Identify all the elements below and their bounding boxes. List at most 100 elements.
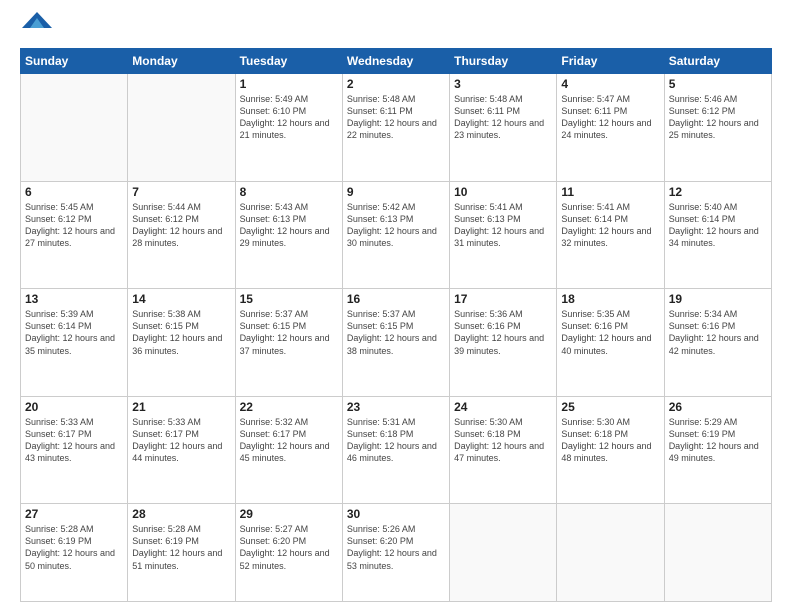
calendar-week-4: 20 Sunrise: 5:33 AMSunset: 6:17 PMDayligh… [21, 396, 772, 504]
day-number: 15 [240, 292, 338, 306]
day-info: Sunrise: 5:28 AMSunset: 6:19 PMDaylight:… [132, 523, 230, 572]
calendar-table: SundayMondayTuesdayWednesdayThursdayFrid… [20, 48, 772, 602]
calendar-cell [128, 74, 235, 182]
day-number: 27 [25, 507, 123, 521]
calendar-cell: 4Sunrise: 5:47 AMSunset: 6:11 PMDaylight… [557, 74, 664, 182]
weekday-header-monday: Monday [128, 49, 235, 74]
calendar-cell: 28 Sunrise: 5:28 AMSunset: 6:19 PMDayligh… [128, 504, 235, 602]
calendar-cell: 30 Sunrise: 5:26 AMSunset: 6:20 PMDayligh… [342, 504, 449, 602]
weekday-header-thursday: Thursday [450, 49, 557, 74]
day-number: 10 [454, 185, 552, 199]
day-info: Sunrise: 5:38 AMSunset: 6:15 PMDaylight:… [132, 308, 230, 357]
weekday-header-saturday: Saturday [664, 49, 771, 74]
day-info: Sunrise: 5:40 AMSunset: 6:14 PMDaylight:… [669, 201, 767, 250]
calendar-cell [21, 74, 128, 182]
day-number: 20 [25, 400, 123, 414]
day-info: Sunrise: 5:45 AMSunset: 6:12 PMDaylight:… [25, 201, 123, 250]
day-number: 4 [561, 77, 659, 91]
day-info: Sunrise: 5:39 AMSunset: 6:14 PMDaylight:… [25, 308, 123, 357]
calendar-cell: 25 Sunrise: 5:30 AMSunset: 6:18 PMDayligh… [557, 396, 664, 504]
day-info: Sunrise: 5:44 AMSunset: 6:12 PMDaylight:… [132, 201, 230, 250]
calendar-cell: 1 Sunrise: 5:49 AMSunset: 6:10 PMDaylight… [235, 74, 342, 182]
day-info: Sunrise: 5:46 AMSunset: 6:12 PMDaylight:… [669, 93, 767, 142]
day-info: Sunrise: 5:48 AMSunset: 6:11 PMDaylight:… [454, 93, 552, 142]
weekday-header-friday: Friday [557, 49, 664, 74]
day-number: 22 [240, 400, 338, 414]
calendar-week-3: 13 Sunrise: 5:39 AMSunset: 6:14 PMDayligh… [21, 289, 772, 397]
calendar-cell: 27 Sunrise: 5:28 AMSunset: 6:19 PMDayligh… [21, 504, 128, 602]
day-info: Sunrise: 5:31 AMSunset: 6:18 PMDaylight:… [347, 416, 445, 465]
day-info: Sunrise: 5:42 AMSunset: 6:13 PMDaylight:… [347, 201, 445, 250]
day-info: Sunrise: 5:34 AMSunset: 6:16 PMDaylight:… [669, 308, 767, 357]
calendar-cell: 24 Sunrise: 5:30 AMSunset: 6:18 PMDayligh… [450, 396, 557, 504]
day-info: Sunrise: 5:37 AMSunset: 6:15 PMDaylight:… [347, 308, 445, 357]
day-number: 18 [561, 292, 659, 306]
calendar-cell: 23 Sunrise: 5:31 AMSunset: 6:18 PMDayligh… [342, 396, 449, 504]
day-number: 9 [347, 185, 445, 199]
day-number: 19 [669, 292, 767, 306]
day-info: Sunrise: 5:49 AMSunset: 6:10 PMDaylight:… [240, 93, 338, 142]
calendar-cell: 13 Sunrise: 5:39 AMSunset: 6:14 PMDayligh… [21, 289, 128, 397]
day-info: Sunrise: 5:43 AMSunset: 6:13 PMDaylight:… [240, 201, 338, 250]
day-info: Sunrise: 5:33 AMSunset: 6:17 PMDaylight:… [132, 416, 230, 465]
day-number: 26 [669, 400, 767, 414]
day-number: 16 [347, 292, 445, 306]
calendar-cell: 26 Sunrise: 5:29 AMSunset: 6:19 PMDayligh… [664, 396, 771, 504]
calendar-cell: 5 Sunrise: 5:46 AMSunset: 6:12 PMDaylight… [664, 74, 771, 182]
day-number: 14 [132, 292, 230, 306]
day-number: 5 [669, 77, 767, 91]
calendar-cell [450, 504, 557, 602]
calendar-cell: 19 Sunrise: 5:34 AMSunset: 6:16 PMDayligh… [664, 289, 771, 397]
day-info: Sunrise: 5:32 AMSunset: 6:17 PMDaylight:… [240, 416, 338, 465]
day-number: 28 [132, 507, 230, 521]
page: SundayMondayTuesdayWednesdayThursdayFrid… [0, 0, 792, 612]
day-info: Sunrise: 5:28 AMSunset: 6:19 PMDaylight:… [25, 523, 123, 572]
calendar-cell: 20 Sunrise: 5:33 AMSunset: 6:17 PMDayligh… [21, 396, 128, 504]
calendar-cell [557, 504, 664, 602]
day-number: 1 [240, 77, 338, 91]
logo-icon [22, 8, 52, 38]
calendar-cell: 3 Sunrise: 5:48 AMSunset: 6:11 PMDaylight… [450, 74, 557, 182]
calendar-cell: 11Sunrise: 5:41 AMSunset: 6:14 PMDayligh… [557, 181, 664, 289]
calendar-cell: 15 Sunrise: 5:37 AMSunset: 6:15 PMDayligh… [235, 289, 342, 397]
logo [20, 18, 52, 38]
header [20, 18, 772, 38]
calendar-cell: 18 Sunrise: 5:35 AMSunset: 6:16 PMDayligh… [557, 289, 664, 397]
day-number: 3 [454, 77, 552, 91]
day-info: Sunrise: 5:29 AMSunset: 6:19 PMDaylight:… [669, 416, 767, 465]
day-number: 17 [454, 292, 552, 306]
day-number: 24 [454, 400, 552, 414]
day-number: 11 [561, 185, 659, 199]
calendar-week-2: 6 Sunrise: 5:45 AMSunset: 6:12 PMDaylight… [21, 181, 772, 289]
day-number: 6 [25, 185, 123, 199]
day-number: 13 [25, 292, 123, 306]
weekday-header-sunday: Sunday [21, 49, 128, 74]
day-info: Sunrise: 5:37 AMSunset: 6:15 PMDaylight:… [240, 308, 338, 357]
calendar-cell: 17 Sunrise: 5:36 AMSunset: 6:16 PMDayligh… [450, 289, 557, 397]
calendar-week-1: 1 Sunrise: 5:49 AMSunset: 6:10 PMDaylight… [21, 74, 772, 182]
day-info: Sunrise: 5:33 AMSunset: 6:17 PMDaylight:… [25, 416, 123, 465]
weekday-header-wednesday: Wednesday [342, 49, 449, 74]
day-info: Sunrise: 5:35 AMSunset: 6:16 PMDaylight:… [561, 308, 659, 357]
calendar-cell: 14 Sunrise: 5:38 AMSunset: 6:15 PMDayligh… [128, 289, 235, 397]
calendar-cell: 8 Sunrise: 5:43 AMSunset: 6:13 PMDaylight… [235, 181, 342, 289]
calendar-cell: 12 Sunrise: 5:40 AMSunset: 6:14 PMDayligh… [664, 181, 771, 289]
day-number: 30 [347, 507, 445, 521]
day-number: 7 [132, 185, 230, 199]
weekday-header-row: SundayMondayTuesdayWednesdayThursdayFrid… [21, 49, 772, 74]
day-info: Sunrise: 5:41 AMSunset: 6:13 PMDaylight:… [454, 201, 552, 250]
day-number: 25 [561, 400, 659, 414]
day-info: Sunrise: 5:30 AMSunset: 6:18 PMDaylight:… [454, 416, 552, 465]
calendar-cell: 2Sunrise: 5:48 AMSunset: 6:11 PMDaylight… [342, 74, 449, 182]
day-info: Sunrise: 5:30 AMSunset: 6:18 PMDaylight:… [561, 416, 659, 465]
day-number: 23 [347, 400, 445, 414]
day-info: Sunrise: 5:36 AMSunset: 6:16 PMDaylight:… [454, 308, 552, 357]
day-number: 12 [669, 185, 767, 199]
calendar-cell: 7 Sunrise: 5:44 AMSunset: 6:12 PMDaylight… [128, 181, 235, 289]
calendar-cell: 9 Sunrise: 5:42 AMSunset: 6:13 PMDaylight… [342, 181, 449, 289]
calendar-cell: 16 Sunrise: 5:37 AMSunset: 6:15 PMDayligh… [342, 289, 449, 397]
day-number: 8 [240, 185, 338, 199]
day-info: Sunrise: 5:26 AMSunset: 6:20 PMDaylight:… [347, 523, 445, 572]
day-number: 21 [132, 400, 230, 414]
calendar-cell: 21 Sunrise: 5:33 AMSunset: 6:17 PMDayligh… [128, 396, 235, 504]
